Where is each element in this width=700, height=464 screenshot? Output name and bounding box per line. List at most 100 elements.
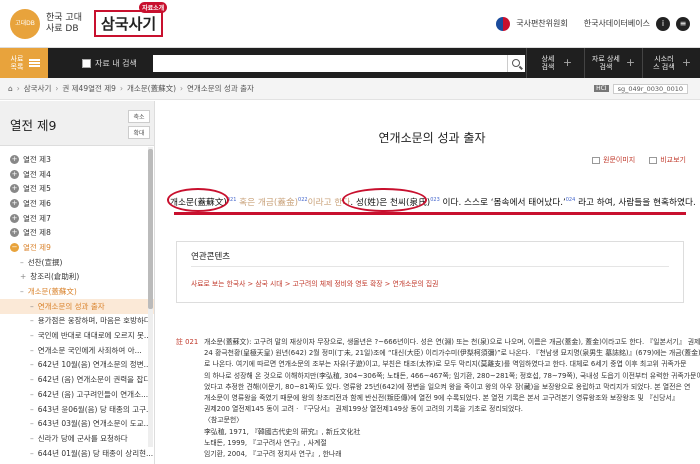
database-link[interactable]: 한국사데이터베이스 [584, 18, 650, 29]
breadcrumb-separator: › [16, 84, 20, 93]
sidebar-item-label: 열전 제7 [23, 213, 51, 223]
expand-button[interactable]: 확대 [128, 126, 150, 139]
expand-node-icon: + [10, 169, 19, 179]
advanced-search-button[interactable]: 상세 검색 + [526, 48, 584, 78]
search-within-label: 자료 내 검색 [95, 58, 137, 68]
site-header: 고대DB 한국 고대 사료 DB 삼국사기 자료소개 국사편찬위원회 한국사데이… [0, 0, 700, 48]
site-name[interactable]: 한국 고대 사료 DB [46, 13, 82, 35]
menu-icon[interactable]: ≡ [676, 16, 690, 31]
site-logo[interactable]: 고대DB [10, 8, 40, 39]
sidebar-title: 열전 제9 [10, 118, 57, 133]
breadcrumb: ⌂ › 삼국사기 › 권 제49열전 제9 › 개소문(蓋蘇文) › 연개소문의… [0, 78, 700, 100]
sidebar-item[interactable]: –642년 10월(음) 연개소문의 정변... [0, 358, 154, 373]
expand-node-icon: + [10, 154, 19, 164]
related-link[interactable]: 사료로 보는 한국사 > 삼국 시대 > 고구려의 체제 정비와 영토 확장 >… [191, 278, 438, 288]
breadcrumb-separator: › [119, 84, 123, 93]
footnote-line: 었다고 추정한 견해(이문기, 80~81쪽)도 있다. 영류왕 25년(642… [204, 382, 691, 391]
brand-info-tag[interactable]: 자료소개 [139, 2, 168, 13]
related-content-box: 연관콘텐츠 사료로 보는 한국사 > 삼국 시대 > 고구려의 체제 정비와 영… [176, 241, 684, 303]
expand-node-icon: + [20, 272, 27, 282]
hci-code-text[interactable]: sg_049r_0030_0010 [612, 83, 688, 94]
sidebar-item-label: 열전 제6 [23, 198, 51, 208]
search-icon [512, 59, 521, 67]
info-icon[interactable]: i [656, 16, 670, 31]
expand-node-icon: + [10, 228, 19, 238]
compare-view-label: 비교보기 [660, 156, 686, 164]
sidebar-item[interactable]: –642년 (음) 고구려인들이 연개소... [0, 387, 154, 402]
sidebar-item[interactable]: + 열전 제7 [0, 211, 154, 226]
thesaurus-search-label: 시소러스 검색 [653, 55, 675, 71]
sidebar-item[interactable]: + 열전 제3 [0, 152, 154, 167]
sidebar-item-label: 644년 01월(음) 당 태종이 상리현... [37, 448, 154, 458]
thesaurus-search-button[interactable]: 시소러스 검색 + [642, 48, 700, 78]
collapse-button[interactable]: 축소 [128, 110, 150, 123]
sidebar-item-label: 열전 제8 [23, 228, 51, 238]
brand-title[interactable]: 삼국사기 자료소개 [93, 2, 168, 37]
sidebar-item[interactable]: –642년 (음) 연개소문이 권력을 잡다 [0, 372, 154, 387]
search-within-checkbox[interactable] [82, 58, 91, 68]
source-list-button[interactable]: 사료 목록 [0, 48, 48, 78]
source-advanced-search-button[interactable]: 자료 상세검색 + [584, 48, 642, 78]
header-links: 국사편찬위원회 한국사데이터베이스 i ≡ [496, 16, 690, 31]
footnote-ref[interactable]: 024 [566, 197, 576, 203]
sidebar-item[interactable]: –643년 윤06월(음) 당 태종의 고구... [0, 402, 154, 417]
page-title: 연개소문의 성과 출자 [378, 131, 486, 145]
footnote-line: 〈참고문헌〉 [204, 416, 244, 425]
scrollbar-thumb[interactable] [148, 149, 153, 309]
expand-node-icon: + [10, 213, 19, 223]
sidebar-item[interactable]: + 열전 제4 [0, 167, 154, 182]
sidebar-tree: + 열전 제3 + 열전 제4 + 열전 제5 + 열전 제6 + 열전 제7 + 열전 제8− 열전 … [0, 146, 154, 460]
original-image-label: 원문이미지 [603, 156, 636, 164]
footnote-line: 개소문이 영류왕을 죽였기 때문에 왕의 창조리전과 함께 반신전(叛臣傳)에 … [204, 394, 679, 403]
sidebar-item-label: 창조리(倉助利) [30, 272, 80, 282]
sidebar-item[interactable]: –644년 01월(음) 당 태종이 상리현... [0, 446, 154, 461]
sidebar-item-label: 국인에 반대로 대대로에 오르지 못... [37, 331, 152, 341]
home-icon[interactable]: ⌂ [8, 84, 13, 93]
sidebar-item-label: 643년 03월(음) 연개소문이 도교... [37, 419, 151, 429]
footnote-ref[interactable]: 022 [298, 197, 308, 203]
sidebar-item[interactable]: + 열전 제5 [0, 181, 154, 196]
site-name-line1: 한국 고대 [46, 12, 82, 23]
sidebar-item[interactable]: – 국인에 반대로 대대로에 오르지 못... [0, 328, 154, 343]
sidebar-item[interactable]: – 용가점은 웅장하며, 마음은 호방하다 [0, 314, 154, 329]
sidebar-item[interactable]: − 열전 제9 [0, 240, 154, 255]
search-button[interactable] [506, 54, 525, 72]
alt-name-text: 혹은 개금(蓋金) [239, 198, 299, 208]
breadcrumb-current: 연개소문의 성과 출자 [187, 84, 254, 93]
original-image-button[interactable]: 원문이미지 [592, 155, 635, 165]
footnote-item: 註 021 개소문(蓋蘇文): 고구려 말의 재상이자 무장으로, 생몰년은 ?… [176, 337, 700, 460]
sidebar-item[interactable]: – 신라가 당에 군사를 요청하다 [0, 431, 154, 446]
sidebar-item-label: 연개소문의 성과 출자 [37, 301, 105, 311]
sidebar-scrollbar[interactable] [148, 147, 153, 447]
breadcrumb-item[interactable]: 권 제49열전 제9 [62, 83, 116, 94]
sidebar-item[interactable]: + 열전 제6 [0, 196, 154, 211]
sidebar-item-label: 개소문(蓋蘇文) [27, 287, 77, 297]
taegeuk-icon [496, 16, 511, 31]
breadcrumb-item[interactable]: 삼국사기 [24, 83, 52, 94]
sidebar-item[interactable]: – 선찬(宣撰) [0, 255, 154, 270]
footnote-ref[interactable]: 023 [430, 197, 440, 203]
breadcrumb-item[interactable]: 개소문(蓋蘇文) [127, 83, 176, 94]
search-bar: 사료 목록 자료 내 검색 상세 검색 + 자료 상세검색 + 시소러스 검색 + [0, 48, 700, 78]
sidebar-item-label: 용가점은 웅장하며, 마음은 호방하다 [37, 316, 151, 326]
hamburger-icon [29, 59, 40, 67]
sidebar-item[interactable]: – 개소문(蓋蘇文) [0, 284, 154, 299]
footnote-section: 註 021 개소문(蓋蘇文): 고구려 말의 재상이자 무장으로, 생몰년은 ?… [176, 337, 700, 460]
logo-mark-text: 고대DB [15, 20, 35, 27]
plus-icon: + [562, 56, 573, 69]
sidebar-item[interactable]: + 창조리(倉助利) [0, 270, 154, 285]
sidebar-item-label: 열전 제4 [23, 169, 51, 179]
sidebar-item[interactable]: – 연개소문 국인에게 사죄하여 아... [0, 343, 154, 358]
sidebar-item[interactable]: –643년 03월(음) 연개소문이 도교... [0, 416, 154, 431]
sidebar-item-label: 열전 제3 [23, 154, 51, 164]
sidebar-item[interactable]: – 연개소문의 성과 출자 [0, 298, 154, 314]
sidebar-item-label: 신라가 당에 군사를 요청하다 [37, 433, 128, 443]
hci-badge: HCI [594, 85, 609, 92]
institute-link[interactable]: 국사편찬위원회 [516, 18, 568, 29]
view-tools: 원문이미지 비교보기 [592, 155, 686, 165]
footnote-id[interactable]: 註 021 [176, 337, 204, 460]
sidebar-item[interactable]: + 열전 제8 [0, 225, 154, 240]
search-input[interactable] [152, 54, 507, 72]
compare-view-button[interactable]: 비교보기 [649, 155, 686, 165]
footnote-line: 개소문(蓋蘇文): 고구려 말의 재상이자 무장으로, 생몰년은 ?~666년이… [204, 338, 700, 346]
